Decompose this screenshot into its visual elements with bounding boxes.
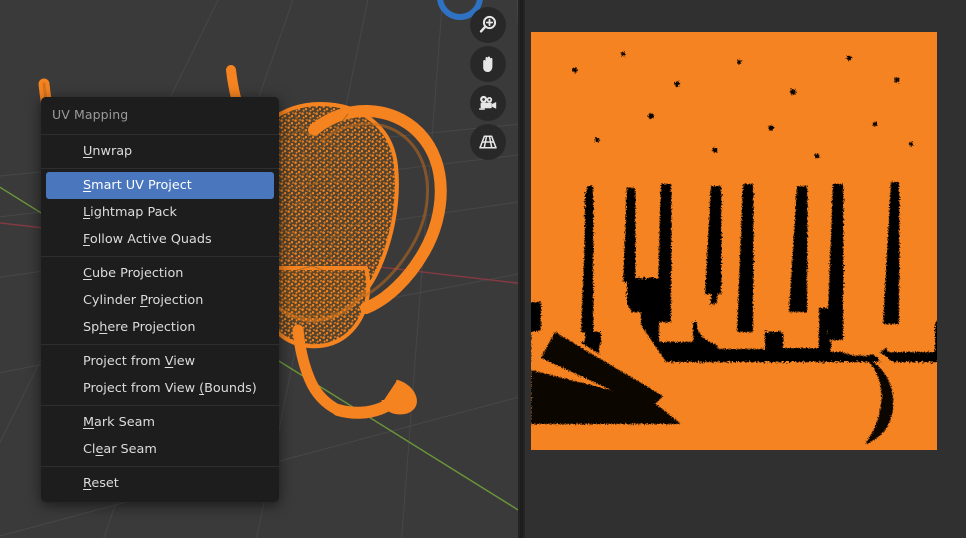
menu-item-cylinder-projection[interactable]: Cylinder Projection: [41, 287, 279, 314]
viewport-nav-buttons[interactable]: [470, 7, 508, 160]
menu-item-reset[interactable]: Reset: [41, 470, 279, 497]
uv-image-editor[interactable]: [525, 0, 966, 538]
menu-item-project-from-view[interactable]: Project from View: [41, 348, 279, 375]
accelerator-char: e: [95, 442, 104, 457]
uv-islands: [531, 32, 937, 450]
accelerator-char: V: [164, 354, 174, 369]
menu-item-cube-projection[interactable]: Cube Projection: [41, 260, 279, 287]
menu-title: UV Mapping: [41, 97, 279, 131]
menu-separator: [41, 344, 279, 345]
perspective-toggle-button[interactable]: [470, 124, 506, 160]
perspective-grid-icon: [479, 135, 497, 149]
accelerator-char: F: [83, 232, 90, 247]
uv-mapping-context-menu[interactable]: UV Mapping Unwrap Smart UV Project Lightma…: [41, 97, 279, 502]
menu-item-follow-active-quads[interactable]: Follow Active Quads: [41, 226, 279, 253]
editor-split-divider[interactable]: [518, 0, 525, 538]
accelerator-char: P: [140, 293, 148, 308]
menu-item-mark-seam[interactable]: Mark Seam: [41, 409, 279, 436]
menu-items-container: Unwrap Smart UV Project Lightmap Pack Follo…: [41, 138, 279, 497]
uv-image-canvas[interactable]: [531, 32, 937, 450]
menu-item-sphere-projection[interactable]: Sphere Projection: [41, 314, 279, 341]
accelerator-char: (: [199, 381, 205, 396]
menu-separator: [41, 256, 279, 257]
menu-item-smart-uv-project[interactable]: Smart UV Project: [46, 172, 274, 199]
accelerator-char: L: [83, 205, 91, 220]
menu-separator: [41, 168, 279, 169]
blender-window: UV Mapping Unwrap Smart UV Project Lightma…: [0, 0, 966, 538]
menu-item-project-from-view-bounds[interactable]: Project from View (Bounds): [41, 375, 279, 402]
divider-line: [520, 0, 523, 538]
accelerator-char: R: [83, 476, 92, 491]
accelerator-char: U: [83, 144, 93, 159]
menu-separator: [41, 405, 279, 406]
hand-pan-icon: [483, 56, 493, 72]
accelerator-char: M: [83, 415, 95, 430]
accelerator-char: C: [83, 266, 92, 281]
menu-separator: [41, 466, 279, 467]
pan-view-button[interactable]: [470, 46, 506, 82]
menu-item-clear-seam[interactable]: Clear Seam: [41, 436, 279, 463]
camera-view-button[interactable]: [470, 85, 506, 121]
camera-icon: [479, 95, 497, 110]
accelerator-char: S: [83, 178, 92, 193]
zoom-in-icon: [479, 15, 497, 33]
3d-viewport[interactable]: UV Mapping Unwrap Smart UV Project Lightma…: [0, 0, 518, 538]
menu-separator: [41, 134, 279, 135]
menu-item-lightmap-pack[interactable]: Lightmap Pack: [41, 199, 279, 226]
accelerator-char: h: [99, 320, 108, 335]
zoom-button[interactable]: [470, 7, 506, 43]
menu-item-unwrap[interactable]: Unwrap: [41, 138, 279, 165]
